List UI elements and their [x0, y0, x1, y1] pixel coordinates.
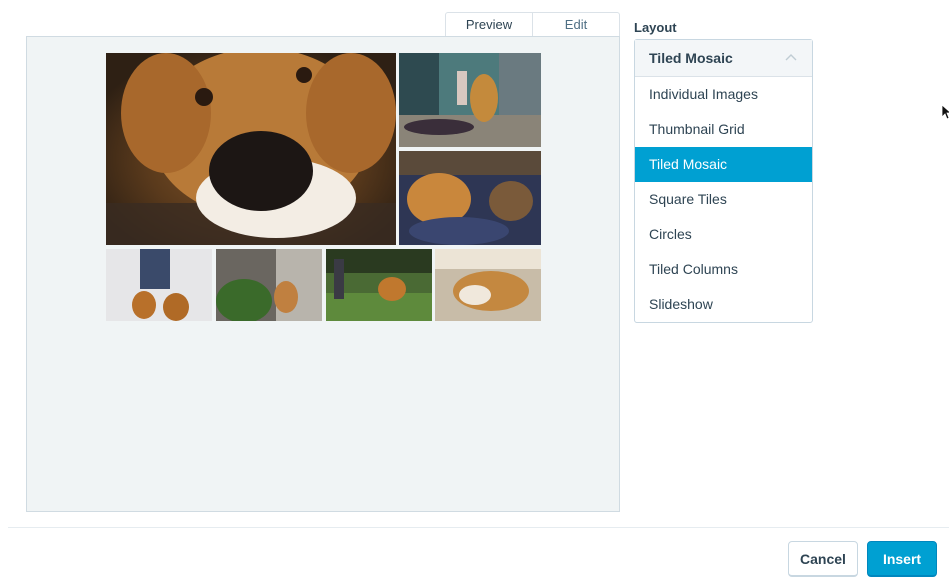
gallery-image-dogs-snow: [106, 249, 212, 321]
tab-preview[interactable]: Preview: [445, 12, 533, 36]
layout-dropdown-header[interactable]: Tiled Mosaic: [635, 40, 812, 77]
footer-divider: [8, 527, 949, 528]
mouse-pointer-icon: [941, 104, 949, 120]
gallery-preview-pane: [26, 36, 620, 512]
preview-edit-tabs: Preview Edit: [445, 12, 620, 36]
layout-option-slideshow[interactable]: Slideshow: [635, 287, 812, 322]
layout-dropdown[interactable]: Tiled Mosaic Individual Images Thumbnail…: [634, 39, 813, 323]
chevron-up-icon: [785, 54, 797, 61]
gallery-image-dog-window: [435, 249, 541, 321]
insert-button[interactable]: Insert: [867, 541, 937, 577]
cancel-button[interactable]: Cancel: [788, 541, 858, 577]
gallery-image-dog-hallway: [399, 53, 541, 147]
layout-option-square-tiles[interactable]: Square Tiles: [635, 182, 812, 217]
gallery-image-dog-plants: [216, 249, 322, 321]
layout-option-circles[interactable]: Circles: [635, 217, 812, 252]
gallery-image-dog-closeup: [106, 53, 396, 245]
gallery-image-dogs-couch: [399, 151, 541, 245]
layout-option-thumbnail-grid[interactable]: Thumbnail Grid: [635, 112, 812, 147]
gallery-image-dog-grass: [326, 249, 432, 321]
tab-edit[interactable]: Edit: [533, 12, 620, 36]
layout-option-individual-images[interactable]: Individual Images: [635, 77, 812, 112]
layout-option-tiled-mosaic[interactable]: Tiled Mosaic: [635, 147, 812, 182]
layout-selected-value: Tiled Mosaic: [649, 50, 733, 66]
layout-label: Layout: [634, 20, 677, 35]
layout-option-tiled-columns[interactable]: Tiled Columns: [635, 252, 812, 287]
